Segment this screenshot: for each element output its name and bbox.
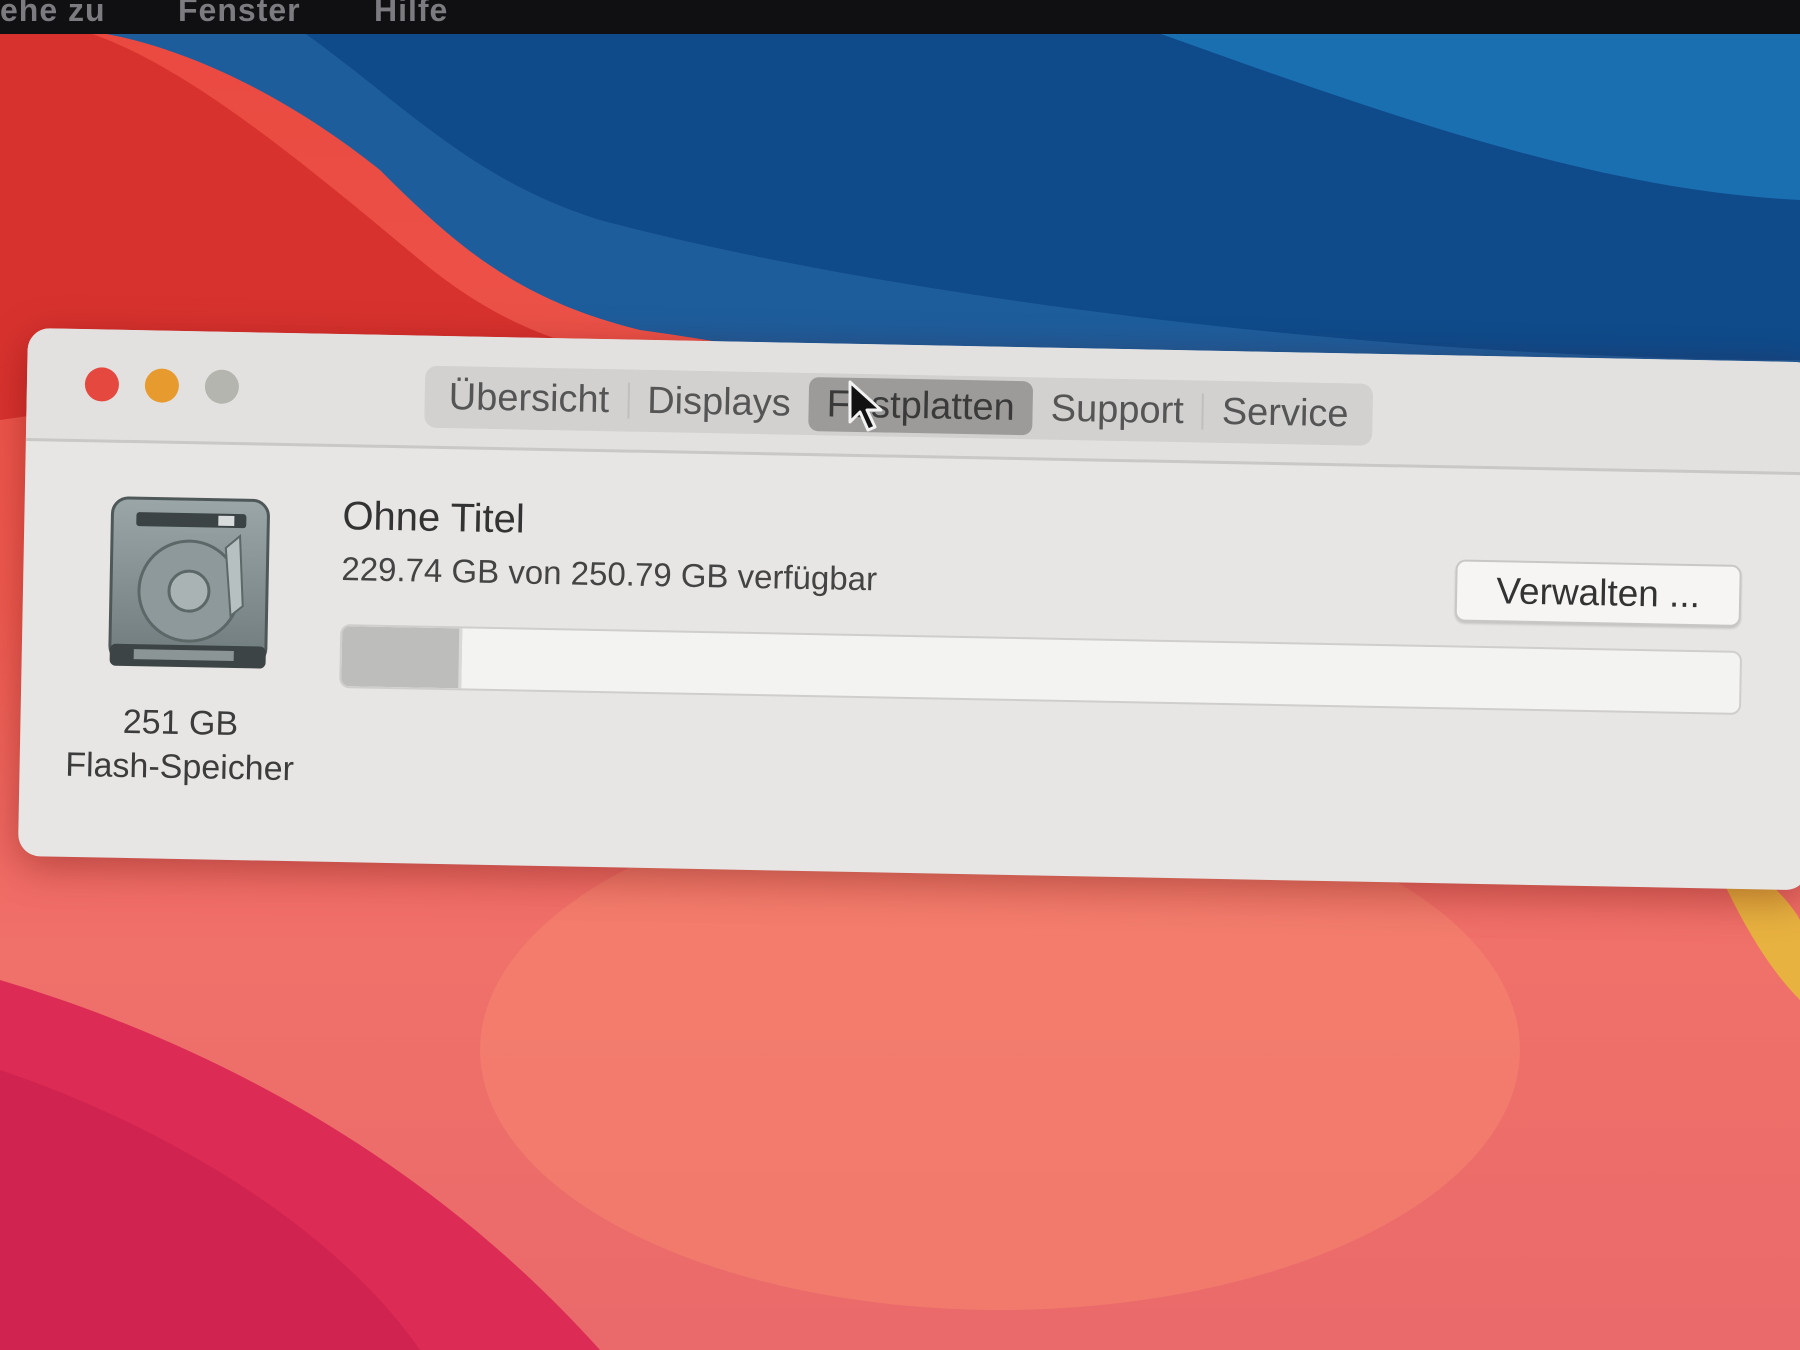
menu-item-hilfe[interactable]: Hilfe: [374, 0, 448, 29]
mouse-pointer-icon: [848, 380, 883, 432]
storage-usage-fill: [341, 626, 463, 689]
tab-support[interactable]: Support: [1032, 381, 1202, 438]
volume-name: Ohne Titel: [342, 494, 526, 542]
zoom-button[interactable]: [204, 369, 240, 405]
disk-caption: 251 GB Flash-Speicher: [49, 699, 311, 792]
about-this-mac-window: Übersicht Displays Festplatten Support S…: [17, 328, 1800, 891]
menu-item-fenster[interactable]: Fenster: [178, 0, 301, 29]
tab-displays[interactable]: Displays: [629, 374, 810, 431]
volume-availability: 229.74 GB von 250.79 GB verfügbar: [341, 550, 878, 598]
disk-size: 251 GB: [122, 702, 239, 744]
storage-pane: 251 GB Flash-Speicher Ohne Titel 229.74 …: [18, 440, 1800, 890]
manage-button[interactable]: Verwalten ...: [1454, 559, 1742, 627]
close-button[interactable]: [84, 367, 120, 402]
disk-type: Flash-Speicher: [64, 745, 295, 789]
storage-usage-bar: [339, 624, 1743, 715]
tab-storage[interactable]: Festplatten: [808, 377, 1034, 436]
menu-item-gehe-zu[interactable]: ehe zu: [0, 0, 106, 29]
tab-bar: Übersicht Displays Festplatten Support S…: [424, 365, 1374, 446]
tab-service[interactable]: Service: [1203, 385, 1367, 442]
tab-overview[interactable]: Übersicht: [430, 370, 628, 428]
menu-bar: ehe zu Fenster Hilfe: [0, 0, 1800, 34]
minimize-button[interactable]: [144, 368, 180, 403]
hard-disk-icon: [108, 496, 270, 669]
